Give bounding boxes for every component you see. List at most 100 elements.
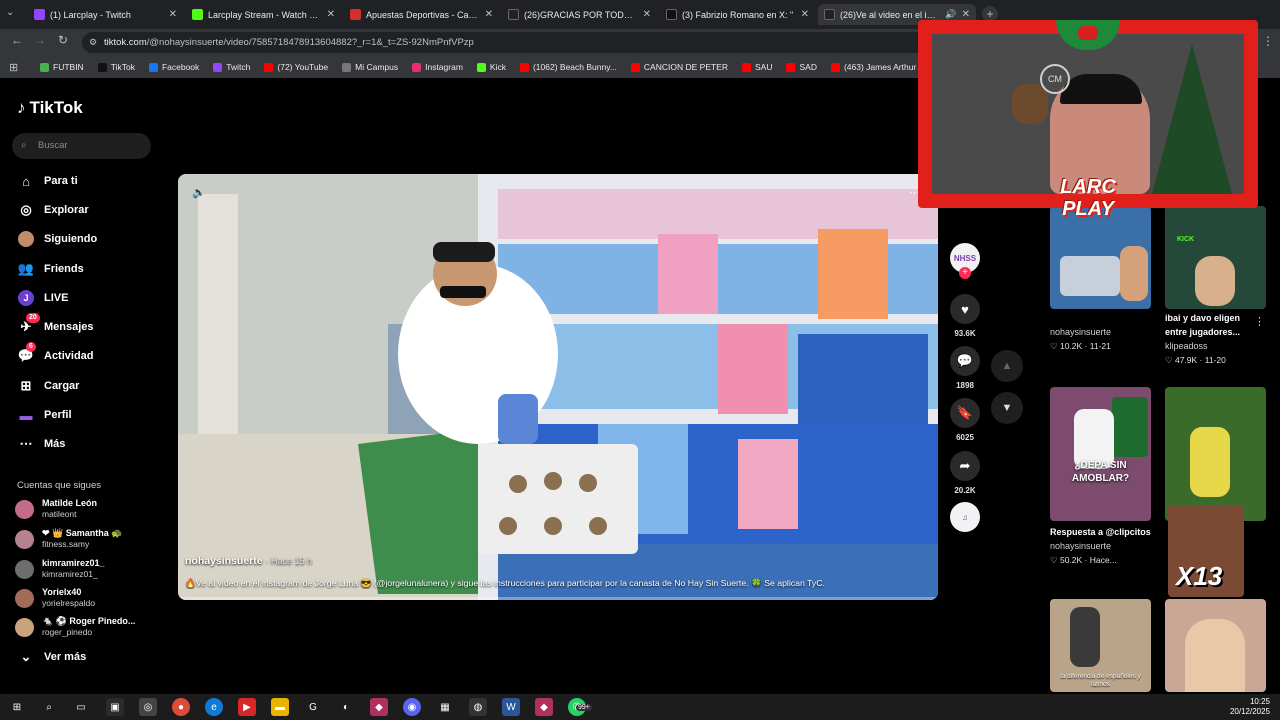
word-icon[interactable]: W <box>502 698 520 716</box>
browser-tab[interactable]: Larcplay Stream - Watch Live o ✕ <box>186 4 341 25</box>
bookmark-item[interactable]: Instagram <box>412 62 463 72</box>
author-avatar-button[interactable]: NHSS + <box>948 243 982 279</box>
related-video-card[interactable]: ¿DEPA SIN AMOBLAR? Respuesta a @clipcito… <box>1050 387 1151 567</box>
save-button[interactable]: 🔖 6025 <box>948 398 982 442</box>
tab-search-icon[interactable]: ⌄ <box>6 7 14 18</box>
edge-icon[interactable]: e <box>205 698 223 716</box>
follow-plus-icon[interactable]: + <box>959 267 971 279</box>
bookmark-item[interactable]: CANCION DE PETER <box>630 62 728 72</box>
bookmark-item[interactable]: (72) YouTube <box>264 62 328 72</box>
system-clock[interactable]: 10:25 20/12/2025 <box>1230 697 1270 717</box>
followed-account[interactable]: Matilde León matileont <box>15 498 97 520</box>
related-video-card[interactable] <box>1165 387 1266 521</box>
video-thumbnail <box>1165 387 1266 521</box>
bookmark-item[interactable]: FUTBIN <box>40 62 84 72</box>
chrome-icon[interactable]: ● <box>172 698 190 716</box>
nav-perfil[interactable]: ▬ Perfil <box>18 405 72 425</box>
previous-video-button[interactable]: ▲ <box>991 350 1023 382</box>
file-explorer-icon[interactable]: ▬ <box>271 698 289 716</box>
media-icon[interactable]: ▶ <box>238 698 256 716</box>
browser-tab[interactable]: (1) Larcplay - Twitch ✕ <box>28 4 183 25</box>
discord-icon[interactable]: ◉ <box>403 698 421 716</box>
nav-mensajes[interactable]: ✈ Mensajes 20 <box>18 313 94 337</box>
app-icon[interactable]: ◎ <box>139 698 157 716</box>
menu-icon[interactable]: ⋮ <box>1262 34 1274 48</box>
followed-account[interactable]: Yorielx40 yorielrespaldo <box>15 587 95 609</box>
app-icon[interactable]: ◐ <box>337 698 355 716</box>
speaker-icon[interactable]: 🔊 <box>945 9 956 20</box>
windows-start-icon[interactable]: ⊞ <box>8 698 26 716</box>
site-info-icon[interactable]: ⚙ <box>89 37 97 48</box>
bookmark-item[interactable]: SAU <box>742 62 772 72</box>
bookmark-item[interactable]: Twitch <box>213 62 250 72</box>
bookmark-item[interactable]: (1062) Beach Bunny... <box>519 62 617 72</box>
reload-icon[interactable]: ↻ <box>58 33 68 47</box>
heart-icon: ♥ <box>950 294 980 324</box>
close-tab-icon[interactable]: ✕ <box>801 9 809 20</box>
account-text: kimramirez01_ kimramirez01_ <box>42 558 105 580</box>
bookmark-item[interactable]: Kick <box>476 62 506 72</box>
followed-account[interactable]: ❤ 👑 Samantha 🐢 fitness.samy <box>15 528 122 550</box>
store-icon[interactable]: ▣ <box>106 698 124 716</box>
close-tab-icon[interactable]: ✕ <box>962 9 970 20</box>
browser-tab[interactable]: (26)GRACIAS POR TODO CAPI✕ <box>502 4 657 25</box>
volume-icon[interactable]: 🔈 <box>192 186 206 199</box>
task-view-icon[interactable]: ▭ <box>72 698 90 716</box>
nav-para-ti[interactable]: ⌂ Para ti <box>18 171 78 191</box>
nav-siguiendo[interactable]: ●Siguiendo <box>18 229 97 249</box>
browser-tab[interactable]: Apuestas Deportivas - Casa de ✕ <box>344 4 499 25</box>
close-tab-icon[interactable]: ✕ <box>485 9 493 20</box>
related-video-card[interactable]: nohaysinsuerte ♡ 10.2K · 11-21 <box>1050 206 1151 353</box>
more-options-icon[interactable]: ⋮ <box>1254 315 1265 328</box>
video-player[interactable]: 🔈 ⋯ <box>178 174 938 600</box>
obs-icon[interactable]: ◍ <box>469 698 487 716</box>
followed-account[interactable]: kimramirez01_ kimramirez01_ <box>15 558 105 580</box>
app-icon[interactable]: G <box>304 698 322 716</box>
see-more-button[interactable]: ⌄ Ver más <box>18 647 87 667</box>
calculator-icon[interactable]: ▦ <box>436 698 454 716</box>
search-icon[interactable]: ⌕ <box>40 698 58 716</box>
followed-account[interactable]: 🐁 ⚽ Roger Pinedo... roger_pinedo <box>15 616 135 638</box>
related-video-card[interactable]: KICK ibai y davo eligen entre jugadores.… <box>1165 206 1266 367</box>
bookmark-item[interactable]: Facebook <box>148 62 199 72</box>
tiktok-favicon-icon <box>508 9 519 20</box>
related-video-card[interactable]: la diferencia de españoles y latinos <box>1050 599 1151 692</box>
compass-icon: ◎ <box>20 202 32 217</box>
close-tab-icon[interactable]: ✕ <box>327 9 335 20</box>
nav-friends[interactable]: 👥 Friends <box>18 259 84 279</box>
related-video-card[interactable] <box>1165 599 1266 692</box>
apps-grid-icon[interactable]: ⊞ <box>9 61 18 74</box>
nav-más[interactable]: ⋯ Más <box>18 434 66 454</box>
sound-disc-button[interactable]: ♫ <box>948 502 982 532</box>
next-video-button[interactable]: ▼ <box>991 392 1023 424</box>
account-name: Matilde León <box>42 498 98 508</box>
video-author[interactable]: nohaysinsuerte · Hace 15 h <box>185 555 312 567</box>
app-icon[interactable]: ◆ <box>535 698 553 716</box>
share-button[interactable]: ➦ 20.2K <box>948 451 982 495</box>
like-button[interactable]: ♥ 93.6K <box>948 294 982 338</box>
bookmark-favicon-icon <box>519 62 529 72</box>
bookmark-item[interactable]: Mi Campus <box>342 62 398 72</box>
app-icon[interactable]: ◆ <box>370 698 388 716</box>
nav-explorar[interactable]: ◎ Explorar <box>18 200 88 220</box>
nav-live[interactable]: J LIVE <box>18 288 68 308</box>
comment-button[interactable]: 💬 1898 <box>948 346 982 390</box>
bookmark-favicon-icon <box>786 62 796 72</box>
back-icon[interactable]: ← <box>11 33 23 47</box>
forward-icon[interactable]: → <box>34 33 46 47</box>
windows-taskbar: ⊞ ⌕ ▭ ▣ ◎ ● e ▶ ▬ G ◐ ◆ ◉ ▦ ◍ W ◆ ✆ 99+ … <box>0 694 1280 720</box>
bookmark-item[interactable]: TikTok <box>97 62 135 72</box>
bookmark-item[interactable]: (463) James Arthur -... <box>830 62 929 72</box>
bow-knot <box>1078 26 1098 40</box>
close-tab-icon[interactable]: ✕ <box>643 9 651 20</box>
tiktok-logo[interactable]: ♪ TikTok <box>17 98 83 118</box>
nav-actividad[interactable]: 💬 Actividad 6 <box>18 342 94 366</box>
browser-tab[interactable]: (3) Fabrizio Romano en X: " ✕ <box>660 4 815 25</box>
close-tab-icon[interactable]: ✕ <box>169 9 177 20</box>
stream-webcam-overlay: CM LARC PLAY <box>918 20 1258 228</box>
nav-cargar[interactable]: ⊞ Cargar <box>18 376 80 396</box>
search-input[interactable]: ⌕ Buscar <box>12 133 151 159</box>
webcam-feed: CM <box>932 34 1244 194</box>
video-progress-bar[interactable] <box>178 597 938 600</box>
bookmark-item[interactable]: SAD <box>786 62 817 72</box>
